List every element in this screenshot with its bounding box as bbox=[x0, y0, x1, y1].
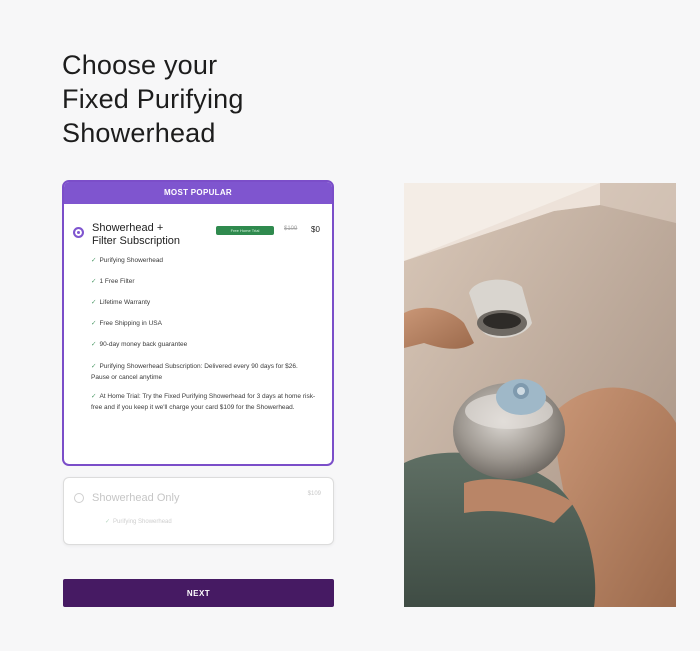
feature-item: ✓ Lifetime Warranty bbox=[91, 298, 318, 308]
radio-unselected-icon[interactable] bbox=[74, 493, 84, 503]
check-icon: ✓ bbox=[91, 320, 97, 327]
check-icon: ✓ bbox=[91, 341, 97, 348]
feature-item: ✓ 1 Free Filter bbox=[91, 277, 318, 287]
free-trial-badge: Free Home Trial bbox=[216, 226, 274, 235]
check-icon: ✓ bbox=[91, 299, 97, 306]
plan-price: $0 bbox=[311, 225, 320, 234]
plan-header: Showerhead + Filter Subscription Free Ho… bbox=[64, 204, 332, 256]
page-title-line: Fixed Purifying bbox=[62, 84, 244, 114]
plan-price: $109 bbox=[307, 491, 321, 497]
plan-name: Showerhead + Filter Subscription bbox=[92, 222, 222, 248]
original-price: $109 bbox=[284, 226, 298, 232]
page-title: Choose your Fixed Purifying Showerhead bbox=[62, 48, 362, 150]
plan-name-line: Filter Subscription bbox=[92, 235, 181, 247]
feature-item: ✓ 90-day money back guarantee bbox=[91, 340, 318, 350]
feature-text: Purifying Showerhead bbox=[113, 519, 172, 525]
check-icon: ✓ bbox=[91, 257, 97, 264]
plan-card-subscription[interactable]: MOST POPULAR Showerhead + Filter Subscri… bbox=[62, 180, 334, 466]
feature-item: ✓ Purifying Showerhead bbox=[105, 518, 172, 525]
check-icon: ✓ bbox=[105, 519, 111, 525]
page-title-line: Choose your bbox=[62, 50, 218, 80]
check-icon: ✓ bbox=[91, 363, 97, 370]
feature-text: Free Shipping in USA bbox=[99, 320, 162, 327]
check-icon: ✓ bbox=[91, 393, 97, 400]
feature-text: 90-day money back guarantee bbox=[99, 341, 188, 348]
feature-item: ✓ Purifying Showerhead Subscription: Deli… bbox=[91, 361, 318, 383]
check-icon: ✓ bbox=[91, 278, 97, 285]
feature-text: 1 Free Filter bbox=[99, 278, 135, 285]
feature-item: ✓ Free Shipping in USA bbox=[91, 319, 318, 329]
most-popular-banner: MOST POPULAR bbox=[64, 182, 332, 204]
plan-card-showerhead-only[interactable]: Showerhead Only $109 ✓ Purifying Showerhe… bbox=[63, 477, 334, 545]
next-button[interactable]: NEXT bbox=[63, 579, 334, 607]
feature-text: Purifying Showerhead bbox=[99, 257, 164, 264]
feature-text: At Home Trial: Try the Fixed Purifying S… bbox=[91, 393, 316, 411]
product-photo-illustration bbox=[404, 183, 676, 607]
feature-item: ✓ Purifying Showerhead bbox=[91, 256, 318, 266]
feature-item: ✓ At Home Trial: Try the Fixed Purifying … bbox=[91, 391, 318, 413]
plan-name: Showerhead Only bbox=[92, 492, 180, 504]
radio-selected-icon[interactable] bbox=[73, 227, 84, 238]
plan-name-line: Showerhead + bbox=[92, 222, 164, 234]
feature-text: Lifetime Warranty bbox=[99, 299, 151, 306]
page-title-line: Showerhead bbox=[62, 118, 216, 148]
feature-text: Purifying Showerhead Subscription: Deliv… bbox=[91, 363, 298, 381]
feature-list: ✓ Purifying Showerhead ✓ 1 Free Filter ✓ Li… bbox=[64, 256, 332, 413]
product-photo bbox=[404, 183, 676, 607]
